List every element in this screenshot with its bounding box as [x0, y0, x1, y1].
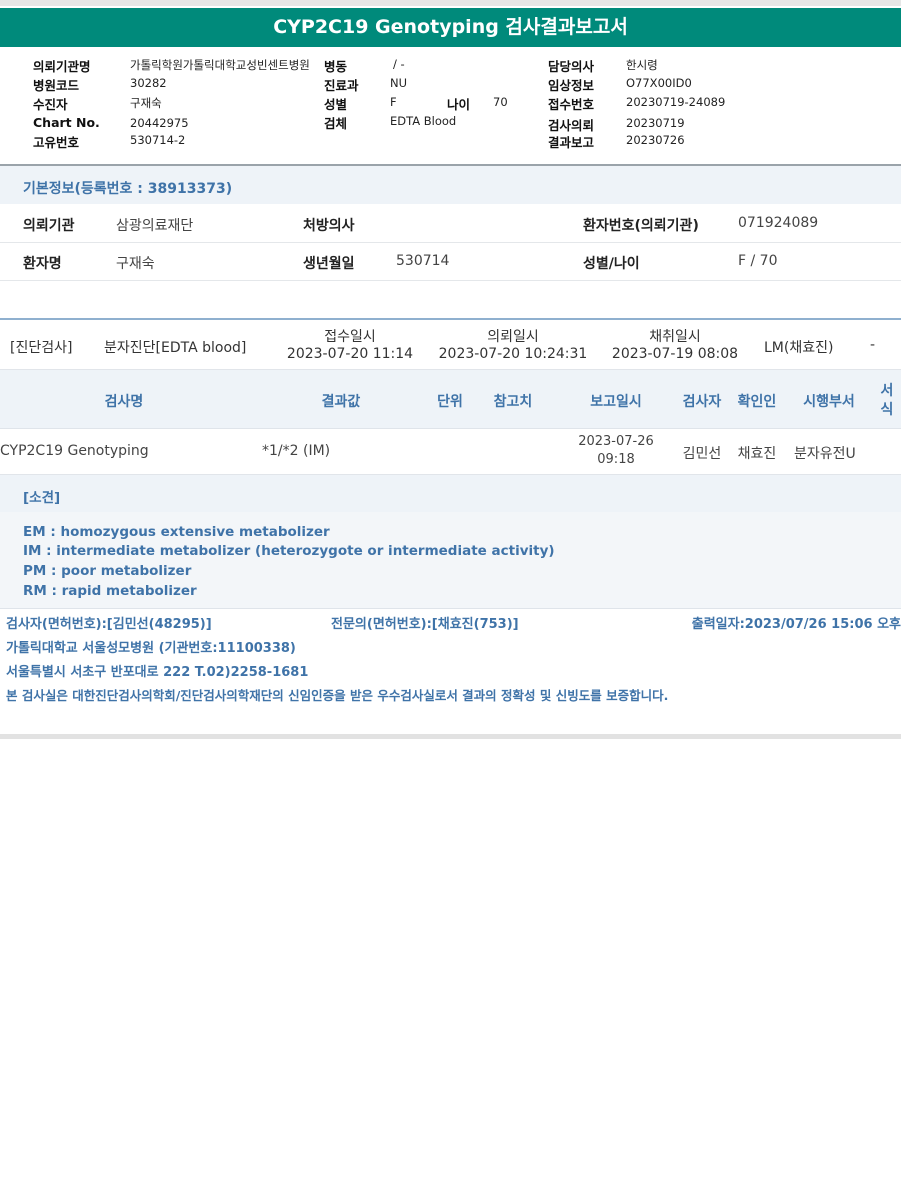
clinical-info-label: 임상정보 [548, 78, 595, 93]
chart-no-label: Chart No. [33, 115, 100, 130]
requested-value: 2023-07-20 10:24:31 [438, 346, 588, 362]
row-report-date: 2023-07-26 [578, 434, 654, 449]
basic-info-title: 기본정보(등록번호 : 38913373) [23, 181, 233, 197]
result-report-label: 결과보고 [548, 135, 595, 150]
col-format-top: 서 [880, 383, 894, 399]
col-tester: 검사자 [682, 394, 722, 410]
specimen-label: 검체 [324, 116, 348, 131]
table-row: CYP2C19 Genotyping *1/*2 (IM) 2023-07-26… [0, 429, 901, 475]
report-footer: 검사자(면허번호):[김민선(48295)] 전문의(면허번호):[채효진(75… [0, 610, 901, 735]
basic-info-section: 기본정보(등록번호 : 38913373) [0, 166, 901, 204]
hospital-code-value: 30282 [130, 76, 167, 90]
result-report-value: 20230726 [626, 133, 685, 147]
attending-doctor-label: 담당의사 [548, 59, 595, 74]
sex-age-value: F / 70 [738, 253, 778, 269]
patient-value: 구재숙 [130, 96, 162, 110]
opinion-section: [소견] [0, 475, 901, 513]
received-label: 접수일시 [324, 329, 376, 345]
requesting-institution-label: 의뢰기관명 [33, 59, 91, 74]
collected-label: 채취일시 [649, 329, 701, 345]
footer-printed-date: 출력일자:2023/07/26 15:06 오후 [691, 617, 901, 632]
clinical-info-value: O77X00ID0 [626, 76, 692, 90]
col-confirmer: 확인인 [737, 394, 777, 410]
header-info: 의뢰기관명 가톨릭학원가톨릭대학교성빈센트병원 병원코드 30282 수진자 구… [0, 55, 901, 155]
department-label: 진료과 [324, 78, 359, 93]
hospital-code-label: 병원코드 [33, 78, 80, 93]
col-report-time: 보고일시 [590, 394, 642, 410]
sex-label: 성별 [324, 97, 348, 112]
row-department: 분자유전U [794, 446, 856, 462]
opinion-line: IM : intermediate metabolizer (heterozyg… [23, 543, 555, 559]
unique-no-value: 530714-2 [130, 133, 186, 147]
col-format-bottom: 식 [880, 402, 894, 418]
bottom-divider [0, 734, 901, 739]
specimen-value: EDTA Blood [390, 114, 457, 128]
row-result: *1/*2 (IM) [262, 443, 331, 459]
order-test-group: 분자진단[EDTA blood] [104, 340, 247, 356]
institution-value: 삼광의료재단 [116, 218, 194, 234]
opinion-line: EM : homozygous extensive metabolizer [23, 524, 330, 540]
patient-name-label: 환자명 [23, 256, 62, 272]
results-table-header: 검사명 결과값 단위 참고치 보고일시 검사자 확인인 시행부서 서 식 [0, 370, 901, 429]
institution-label: 의뢰기관 [23, 218, 75, 234]
footer-tester: 검사자(면허번호):[김민선(48295)] [6, 617, 212, 632]
requested-label: 의뢰일시 [487, 329, 539, 345]
footer-specialist: 전문의(면허번호):[채효진(753)] [331, 617, 519, 632]
order-category: [진단검사] [10, 340, 73, 356]
report-title: CYP2C19 Genotyping 검사결과보고서 [0, 8, 901, 47]
patient-no-value: 071924089 [738, 215, 819, 231]
footer-address: 서울특별시 서초구 반포대로 222 T.02)2258-1681 [6, 665, 309, 680]
ward-label: 병동 [324, 59, 348, 74]
top-divider [0, 0, 901, 6]
chart-no-value: 20442975 [130, 116, 189, 130]
order-row: [진단검사] 분자진단[EDTA blood] 접수일시 2023-07-20 … [0, 321, 901, 370]
attending-doctor-value: 한시령 [626, 58, 658, 72]
age-label: 나이 [447, 97, 471, 112]
col-unit: 단위 [437, 394, 463, 410]
ward-value: / - [393, 57, 405, 71]
col-result: 결과값 [321, 394, 361, 410]
prescribing-doctor-label: 처방의사 [303, 218, 355, 234]
patient-no-label: 환자번호(의뢰기관) [583, 218, 699, 234]
department-value: NU [390, 76, 408, 90]
order-divider [0, 318, 901, 320]
row-tester: 김민선 [682, 446, 722, 462]
col-department: 시행부서 [803, 394, 855, 410]
lab-manager: LM(채효진) [764, 340, 834, 356]
requesting-institution-value: 가톨릭학원가톨릭대학교성빈센트병원 [130, 58, 310, 72]
row-report-time: 09:18 [597, 452, 635, 467]
sex-value: F [390, 95, 397, 109]
sex-age-label: 성별/나이 [583, 256, 640, 272]
opinion-line: PM : poor metabolizer [23, 563, 192, 579]
opinion-title: [소견] [23, 490, 61, 506]
collected-value: 2023-07-19 08:08 [611, 346, 739, 362]
patient-label: 수진자 [33, 97, 68, 112]
footer-certification: 본 검사실은 대한진단검사의학회/진단검사의학재단의 신임인증을 받은 우수검사… [6, 688, 669, 703]
received-value: 2023-07-20 11:14 [286, 346, 414, 362]
footer-hospital: 가톨릭대학교 서울성모병원 (기관번호:11100338) [6, 641, 296, 656]
birth-date-value: 530714 [396, 253, 450, 269]
test-request-value: 20230719 [626, 116, 685, 130]
col-test-name: 검사명 [104, 394, 144, 410]
basic-info-row: 의뢰기관 삼광의료재단 처방의사 환자번호(의뢰기관) 071924089 [0, 205, 901, 243]
report-page: CYP2C19 Genotyping 검사결과보고서 의뢰기관명 가톨릭학원가톨… [0, 0, 901, 1198]
order-dash: - [870, 337, 876, 353]
age-value: 70 [493, 95, 508, 109]
birth-date-label: 생년월일 [303, 256, 355, 272]
patient-name-value: 구재숙 [116, 256, 155, 272]
col-reference: 참고치 [493, 394, 533, 410]
row-test-name: CYP2C19 Genotyping [0, 443, 149, 459]
opinion-line: RM : rapid metabolizer [23, 583, 197, 599]
receipt-no-value: 20230719-24089 [626, 95, 726, 109]
unique-no-label: 고유번호 [33, 135, 80, 150]
row-confirmer: 채효진 [737, 446, 777, 462]
basic-info-row: 환자명 구재숙 생년월일 530714 성별/나이 F / 70 [0, 243, 901, 281]
opinion-body: EM : homozygous extensive metabolizer IM… [0, 512, 901, 609]
receipt-no-label: 접수번호 [548, 97, 595, 112]
